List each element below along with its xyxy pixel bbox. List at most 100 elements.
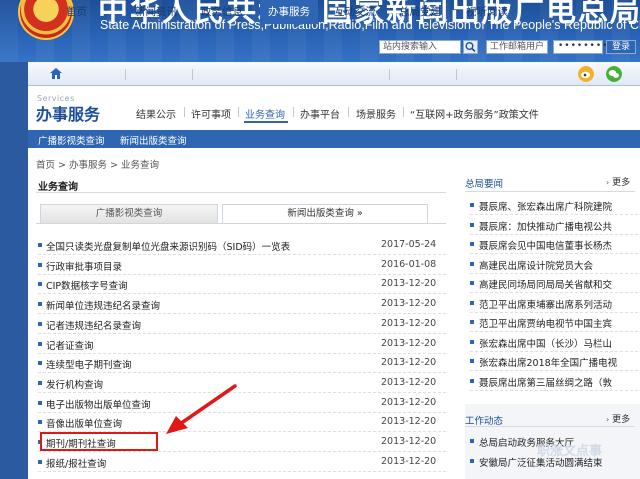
query-item-link[interactable]: 音像出版单位查询 bbox=[46, 416, 122, 430]
news-item-link[interactable]: 张宏森出席中国（长沙）马栏山 bbox=[479, 336, 612, 350]
query-item-date: 2013-12-20 bbox=[381, 455, 437, 467]
subnav-licenses[interactable]: 许可事项 bbox=[191, 106, 231, 121]
nav-services[interactable]: 办事服务 bbox=[260, 0, 318, 24]
leadership-news-more-link[interactable]: › 更多 bbox=[606, 175, 630, 188]
leadership-news-item[interactable]: 张宏森出席2018年全国广播电视 bbox=[470, 352, 638, 371]
query-list-item[interactable]: 全国只读类光盘复制单位光盘来源识别码（SID码）一览表 2017-05-24 bbox=[38, 236, 446, 255]
leadership-news-item[interactable]: 聂辰席、张宏森出席广科院建院 bbox=[470, 196, 638, 215]
leadership-news-item[interactable]: 范卫平出席贾纳电视节中国主宾 bbox=[470, 313, 638, 332]
more-chevron-icon: › bbox=[606, 178, 610, 187]
services-title: 办事服务 bbox=[36, 105, 101, 124]
query-item-link[interactable]: 发行机构查询 bbox=[46, 377, 103, 391]
subnav-internet-policy[interactable]: “互联网+政务服务”政策文件 bbox=[410, 106, 539, 121]
work-updates-more-link[interactable]: › 更多 bbox=[606, 412, 630, 425]
query-list-item[interactable]: 新闻单位违规违纪名录查询 2013-12-20 bbox=[38, 295, 446, 315]
query-item-link[interactable]: 全国只读类光盘复制单位光盘来源识别码（SID码）一览表 bbox=[46, 239, 290, 253]
bullet-icon bbox=[38, 341, 42, 346]
more-label: 更多 bbox=[612, 178, 631, 188]
bullet-icon bbox=[38, 302, 42, 307]
tab-press-publication-query[interactable]: 新闻出版类查询 » bbox=[222, 204, 428, 224]
news-item-link[interactable]: 范卫平出席贾纳电视节中国主宾 bbox=[479, 316, 612, 330]
nav-interaction[interactable]: 互动交流 bbox=[334, 0, 376, 24]
category-press-publication[interactable]: 新闻出版类查询 bbox=[120, 133, 187, 147]
email-password-input[interactable]: •••••••••• bbox=[553, 40, 620, 54]
leadership-news-item[interactable]: 张宏森出席中国（长沙）马栏山 bbox=[470, 333, 638, 352]
news-item-link[interactable]: 聂辰席会见中国电信董事长杨杰 bbox=[479, 238, 612, 252]
login-button[interactable]: 登录 bbox=[606, 40, 636, 54]
leadership-news-title: 总局要闻 bbox=[465, 179, 504, 190]
query-item-link[interactable]: 记者违规违纪名录查询 bbox=[46, 318, 141, 332]
query-list-item[interactable]: CIP数据核字号查询 2013-12-20 bbox=[38, 275, 446, 295]
subnav-scenario[interactable]: 场景服务 bbox=[356, 106, 396, 121]
subnav-results[interactable]: 结果公示 bbox=[136, 106, 176, 121]
leadership-news-item[interactable]: 高建民出席设计院党员大会 bbox=[470, 255, 638, 274]
news-item-link[interactable]: 高建民同场局同局局关省献和交 bbox=[479, 277, 612, 291]
bullet-icon bbox=[470, 203, 474, 207]
site-search-input[interactable]: 站内搜索输入 bbox=[379, 40, 461, 54]
query-item-link[interactable]: 行政审批事项目录 bbox=[46, 259, 122, 273]
nav-news[interactable]: 新闻资讯 bbox=[135, 0, 177, 24]
query-item-link[interactable]: CIP数据核字号查询 bbox=[46, 278, 128, 292]
email-user-input[interactable]: 工作邮箱用户 bbox=[486, 40, 548, 54]
section-divider bbox=[36, 192, 446, 193]
tab-baseline bbox=[36, 223, 446, 224]
subnav-divider bbox=[348, 107, 349, 117]
news-item-link[interactable]: 高建民出席设计院党员大会 bbox=[479, 258, 593, 272]
home-icon[interactable] bbox=[50, 68, 62, 79]
news-item-link[interactable]: 张宏森出席2018年全国广播电视 bbox=[479, 355, 617, 369]
query-item-date: 2016-01-08 bbox=[381, 258, 437, 270]
bullet-icon bbox=[38, 321, 42, 326]
query-item-link[interactable]: 新闻单位违规违纪名录查询 bbox=[46, 298, 160, 312]
query-item-date: 2013-12-20 bbox=[381, 396, 437, 408]
tab-radio-film-query[interactable]: 广播影视类查询 bbox=[40, 204, 218, 224]
search-button[interactable] bbox=[463, 40, 478, 54]
query-item-date: 2013-12-20 bbox=[381, 357, 437, 369]
leadership-news-item[interactable]: 聂辰席出席第三届丝绸之路（敦 bbox=[470, 372, 638, 391]
query-item-link[interactable]: 电子出版物出版单位查询 bbox=[46, 397, 151, 411]
query-list-item[interactable]: 连续型电子期刊查询 2013-12-20 bbox=[38, 354, 446, 374]
search-icon bbox=[465, 42, 476, 53]
bullet-icon bbox=[470, 378, 474, 383]
query-list-item[interactable]: 记者违规违纪名录查询 2013-12-20 bbox=[38, 315, 446, 334]
bullet-icon bbox=[470, 281, 474, 285]
nav-divider bbox=[456, 69, 457, 80]
query-list-item[interactable]: 报纸/报社查询 2013-12-20 bbox=[38, 453, 446, 472]
leadership-news-item[interactable]: 聂辰席：加快推动广播电视公共 bbox=[470, 216, 638, 235]
news-item-link[interactable]: 聂辰席：加快推动广播电视公共 bbox=[479, 219, 612, 233]
wechat-icon[interactable] bbox=[606, 66, 622, 82]
query-list-item[interactable]: 行政审批事项目录 2016-01-08 bbox=[38, 256, 446, 275]
subnav-divider bbox=[238, 107, 239, 117]
subnav-business-query[interactable]: 业务查询 bbox=[245, 106, 285, 121]
nav-government-info[interactable]: 政务信息 bbox=[201, 0, 243, 24]
news-item-link[interactable]: 聂辰席、张宏森出席广科院建院 bbox=[479, 199, 612, 213]
query-item-date: 2013-12-20 bbox=[381, 317, 437, 329]
watermark-text: 职涨文点事 bbox=[537, 444, 603, 459]
bullet-icon bbox=[38, 380, 42, 385]
category-radio-film[interactable]: 广播影视类查询 bbox=[38, 133, 105, 147]
bullet-icon bbox=[470, 339, 474, 344]
nav-home[interactable]: 首页 bbox=[66, 0, 87, 24]
more-chevron-icon: › bbox=[606, 415, 610, 424]
bullet-icon bbox=[38, 361, 42, 366]
bullet-icon bbox=[470, 300, 474, 305]
news-item-link[interactable]: 范卫平出席東埔寨出席系列活动 bbox=[479, 297, 612, 311]
subnav-divider bbox=[403, 107, 404, 117]
query-list-item[interactable]: 记者证查询 2013-12-20 bbox=[38, 335, 446, 354]
nav-divider bbox=[389, 69, 390, 80]
bullet-icon bbox=[38, 262, 42, 267]
query-item-link[interactable]: 报纸/报社查询 bbox=[46, 456, 106, 470]
leadership-news-item[interactable]: 聂辰席会见中国电信董事长杨杰 bbox=[470, 235, 638, 254]
query-item-link[interactable]: 记者证查询 bbox=[46, 338, 94, 352]
work-updates-divider bbox=[465, 426, 635, 427]
leadership-news-item[interactable]: 范卫平出席東埔寨出席系列活动 bbox=[470, 294, 638, 313]
weibo-icon[interactable] bbox=[578, 66, 594, 82]
nav-party-building[interactable]: 总局党建 bbox=[399, 0, 441, 24]
query-item-date: 2017-05-24 bbox=[381, 239, 437, 250]
nav-audio-video[interactable]: 视听阅读 bbox=[466, 0, 508, 24]
leadership-news-item[interactable]: 高建民同场局同局局关省献和交 bbox=[470, 274, 638, 293]
bullet-icon bbox=[38, 243, 42, 247]
news-item-link[interactable]: 聂辰席出席第三届丝绸之路（敦 bbox=[479, 375, 612, 389]
subnav-platform[interactable]: 办事平台 bbox=[300, 106, 340, 121]
query-item-link[interactable]: 连续型电子期刊查询 bbox=[46, 357, 132, 371]
breadcrumb[interactable]: 首页 > 办事服务 > 业务查询 bbox=[36, 157, 159, 171]
